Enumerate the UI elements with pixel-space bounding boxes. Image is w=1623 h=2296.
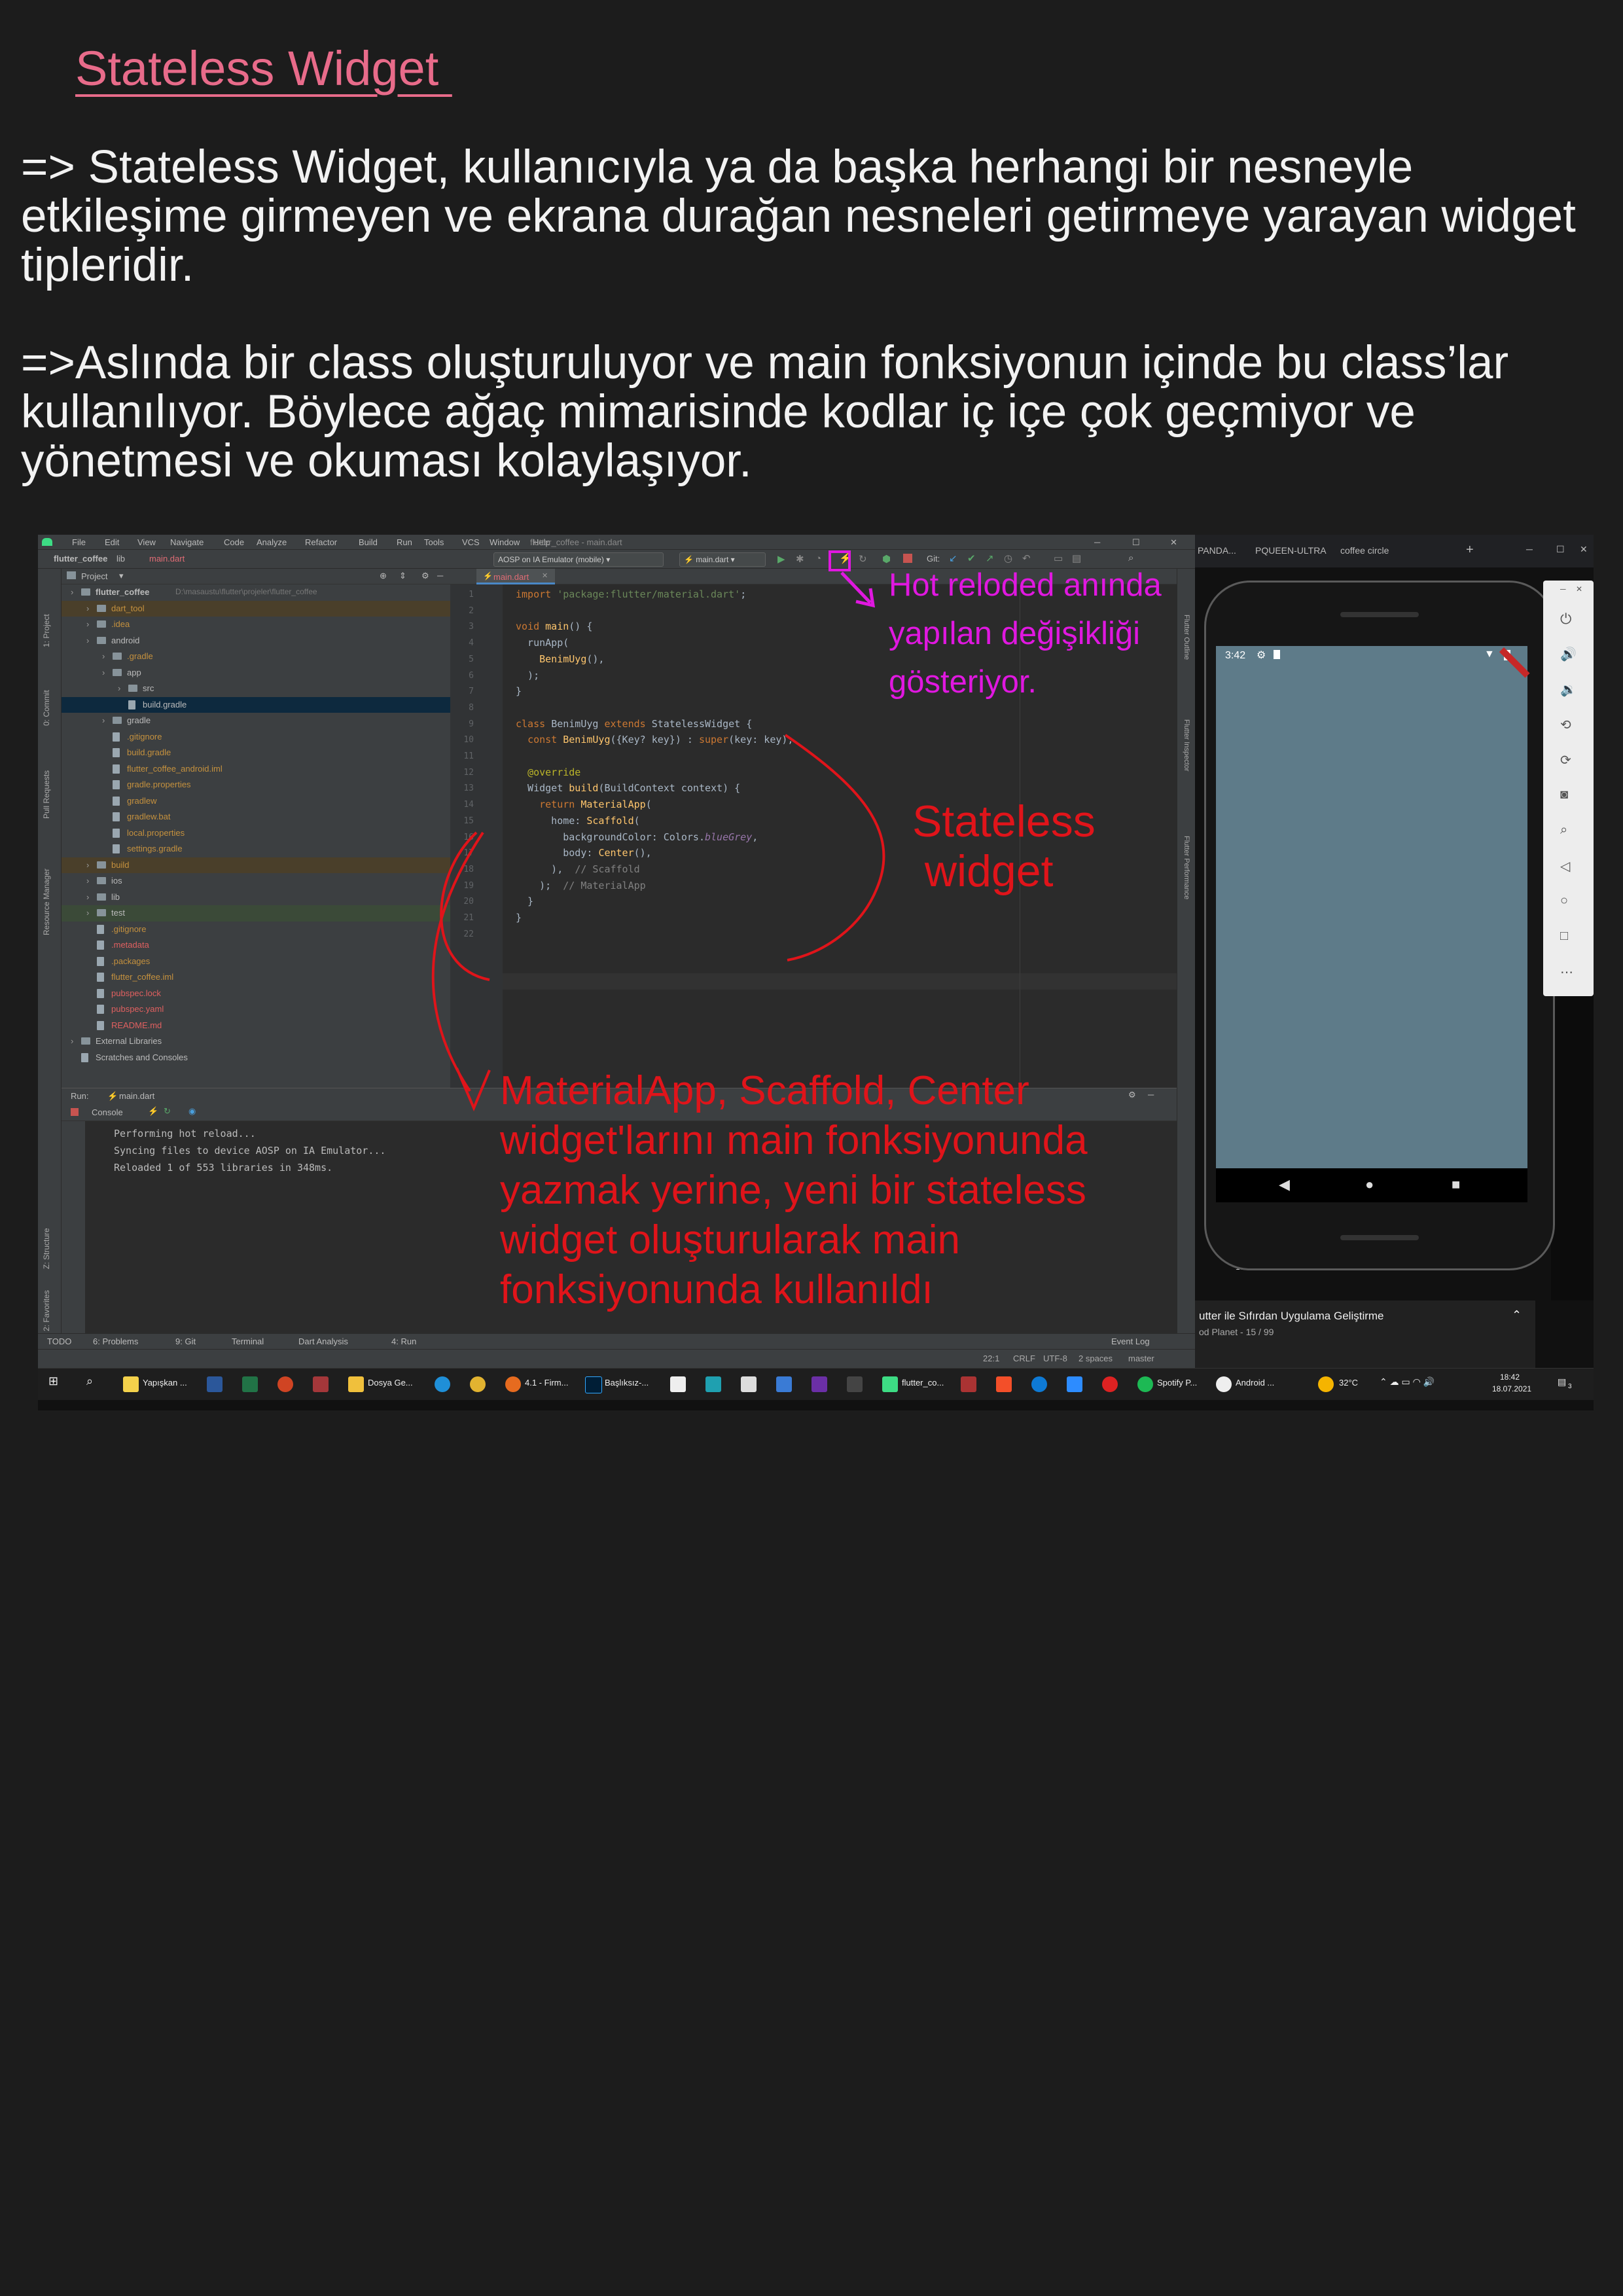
red-loop-stroke <box>440 831 490 981</box>
red-bracket-stroke <box>784 734 885 961</box>
screenshot: File Edit View Navigate Code Analyze Refactor B… <box>38 535 1594 1410</box>
annotation-material-app: MaterialApp, Scaffold, Center widget'lar… <box>500 1068 1088 1312</box>
hot-reload-highlight-box <box>829 550 851 571</box>
annotation-hot-reload: Hot reloded anında yapılan değişikliği g… <box>889 567 1162 700</box>
red-arrow-head <box>455 1067 491 1112</box>
paragraph-2: =>Aslında bir class oluşturuluyor ve mai… <box>21 337 1509 487</box>
magenta-arrow-shaft <box>840 571 872 604</box>
annotation-stateless: Stateless widget <box>912 797 1096 896</box>
page-title: Stateless Widget <box>75 41 452 96</box>
paragraph-1: => Stateless Widget, kullanıcıyla ya da … <box>21 141 1576 291</box>
